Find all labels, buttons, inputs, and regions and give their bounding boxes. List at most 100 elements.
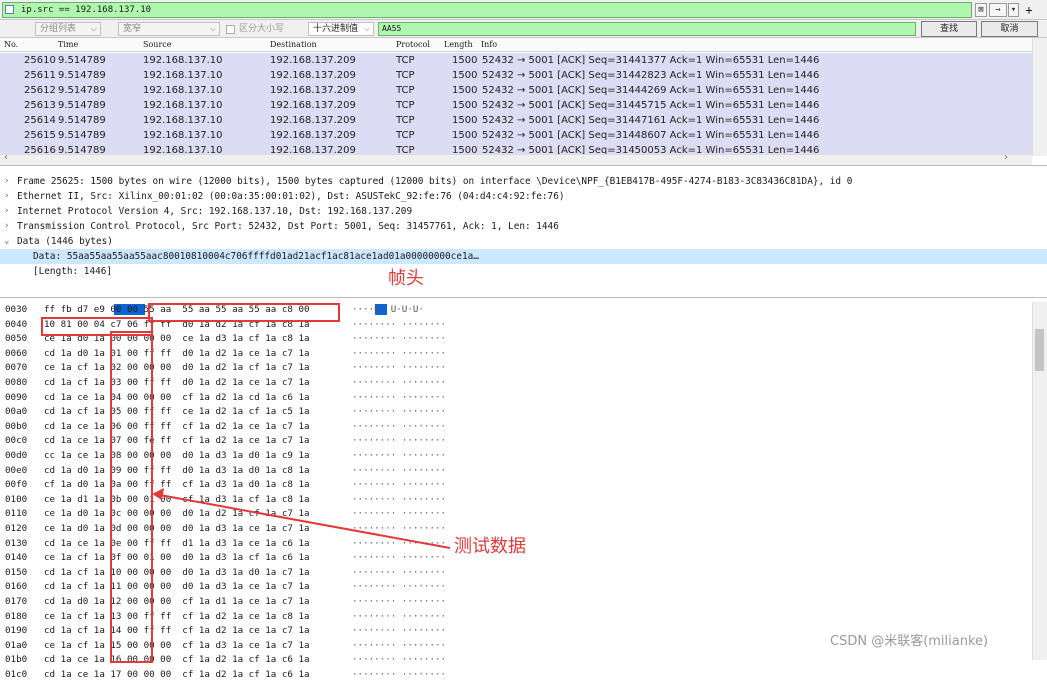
packet-list-horizontal-scrollbar[interactable]: ‹ ›	[0, 152, 1032, 165]
packet-cell-dst: 192.168.137.209	[270, 115, 356, 126]
packet-cell-len: 1500	[452, 55, 478, 66]
detail-tree-label: Frame 25625: 1500 bytes on wire (12000 b…	[17, 176, 853, 187]
detail-tree-label: Transmission Control Protocol, Src Port:…	[17, 221, 559, 232]
detail-tree-row[interactable]: › Internet Protocol Version 4, Src: 192.1…	[0, 204, 1047, 219]
charset-select[interactable]: 宽窄 ⌵	[118, 22, 220, 36]
ascii-bytes: ········ ········	[352, 669, 447, 680]
column-header-source[interactable]: Source	[143, 38, 172, 52]
scroll-right-icon[interactable]: ›	[1003, 152, 1009, 163]
packet-cell-proto: TCP	[396, 115, 415, 126]
detail-tree-row[interactable]: › Ethernet II, Src: Xilinx_00:01:02 (00:0…	[0, 189, 1047, 204]
column-header-time[interactable]: Time	[58, 38, 78, 52]
packet-cell-time: 9.514789	[58, 55, 106, 66]
clear-filter-button[interactable]: ⊠	[975, 3, 987, 17]
packet-list-vertical-scrollbar[interactable]	[1032, 38, 1047, 156]
packet-cell-proto: TCP	[396, 130, 415, 141]
expand-icon[interactable]: ›	[4, 189, 9, 204]
packet-row[interactable]: 25615 9.514789 192.168.137.10 192.168.137.2…	[0, 128, 1032, 143]
packet-cell-no: 25612	[24, 85, 56, 96]
detail-tree-row[interactable]: › Transmission Control Protocol, Src Port…	[0, 219, 1047, 234]
packet-cell-dst: 192.168.137.209	[270, 100, 356, 111]
packet-cell-time: 9.514789	[58, 115, 106, 126]
cancel-button[interactable]: 取消	[981, 21, 1038, 37]
test-data-arrow-head	[152, 488, 164, 500]
packet-cell-src: 192.168.137.10	[143, 100, 223, 111]
packet-cell-len: 1500	[452, 85, 478, 96]
packet-cell-info: 52432 → 5001 [ACK] Seq=31447161 Ack=1 Wi…	[482, 115, 820, 126]
packet-row[interactable]: 25610 9.514789 192.168.137.10 192.168.137.2…	[0, 53, 1032, 68]
expand-icon[interactable]: ›	[4, 219, 9, 234]
detail-tree-label: Ethernet II, Src: Xilinx_00:01:02 (00:0a…	[17, 191, 565, 202]
packet-list-pane: No. Time Source Destination Protocol Len…	[0, 38, 1047, 166]
packet-cell-dst: 192.168.137.209	[270, 55, 356, 66]
charset-value: 宽窄	[123, 24, 142, 34]
column-header-no[interactable]: No.	[4, 38, 18, 52]
expand-icon[interactable]: ›	[4, 174, 9, 189]
hex-dump-row[interactable]: 01c0 cd 1a ce 1a 17 00 00 00 cf 1a d2 1a …	[0, 668, 1032, 683]
filter-history-dropdown[interactable]: ▾	[1008, 3, 1019, 17]
packet-cell-proto: TCP	[396, 55, 415, 66]
find-packet-toolbar: 分组列表 ⌵ 宽窄 ⌵ 区分大小写 十六进制值 ⌵ AA55 查找 取消	[0, 20, 1047, 38]
bookmark-filter-icon[interactable]	[5, 5, 14, 14]
packet-cell-len: 1500	[452, 70, 478, 81]
packet-cell-info: 52432 → 5001 [ACK] Seq=31445715 Ack=1 Wi…	[482, 100, 820, 111]
column-header-length[interactable]: Length	[444, 38, 473, 52]
display-filter-input[interactable]: ip.src == 192.168.137.10	[2, 2, 972, 18]
packet-cell-time: 9.514789	[58, 100, 106, 111]
collapse-icon[interactable]: ⌄	[4, 234, 9, 249]
search-scope-value: 分组列表	[40, 24, 77, 34]
packet-row[interactable]: 25614 9.514789 192.168.137.10 192.168.137.2…	[0, 113, 1032, 128]
packet-cell-dst: 192.168.137.209	[270, 85, 356, 96]
packet-cell-info: 52432 → 5001 [ACK] Seq=31441377 Ack=1 Wi…	[482, 55, 820, 66]
detail-tree-row[interactable]: › Frame 25625: 1500 bytes on wire (12000 …	[0, 174, 1047, 189]
test-data-annotation: 测试数据	[454, 536, 526, 557]
hex-bytes: cd 1a ce 1a 17 00 00 00 cf 1a d2 1a cf 1…	[44, 669, 310, 680]
detail-tree-row[interactable]: [Length: 1446]	[0, 264, 1047, 279]
packet-cell-len: 1500	[452, 115, 478, 126]
scroll-left-icon[interactable]: ‹	[3, 152, 9, 163]
packet-cell-time: 9.514789	[58, 85, 106, 96]
packet-cell-src: 192.168.137.10	[143, 130, 223, 141]
detail-tree-label: Data: 55aa55aa55aa55aac80010810004c706ff…	[33, 251, 479, 262]
column-header-protocol[interactable]: Protocol	[396, 38, 430, 52]
packet-row[interactable]: 25613 9.514789 192.168.137.10 192.168.137.2…	[0, 98, 1032, 113]
search-type-select[interactable]: 十六进制值 ⌵	[308, 22, 374, 36]
search-type-value: 十六进制值	[313, 24, 359, 34]
watermark: CSDN @米联客(milianke)	[830, 634, 989, 649]
apply-filter-button[interactable]: →	[989, 3, 1007, 17]
packet-cell-src: 192.168.137.10	[143, 55, 223, 66]
packet-cell-info: 52432 → 5001 [ACK] Seq=31444269 Ack=1 Wi…	[482, 85, 820, 96]
expand-icon[interactable]: ›	[4, 204, 9, 219]
detail-tree-label: [Length: 1446]	[33, 266, 113, 277]
hex-offset: 01c0	[5, 669, 28, 680]
display-filter-toolbar: ip.src == 192.168.137.10 ⊠ → ▾ +	[0, 0, 1047, 20]
packet-cell-info: 52432 → 5001 [ACK] Seq=31442823 Ack=1 Wi…	[482, 70, 820, 81]
find-button[interactable]: 查找	[921, 21, 977, 37]
test-data-arrow-line	[159, 494, 451, 549]
packet-cell-src: 192.168.137.10	[143, 70, 223, 81]
packet-cell-dst: 192.168.137.209	[270, 130, 356, 141]
packet-bytes-pane: 0030 ff fb d7 e9 00 00 55 aa 55 aa 55 aa …	[0, 302, 1047, 680]
find-search-input[interactable]: AA55	[378, 22, 916, 36]
bytes-scrollbar-thumb[interactable]	[1035, 329, 1044, 371]
chevron-down-icon: ⌵	[90, 24, 97, 33]
search-scope-select[interactable]: 分组列表 ⌵	[35, 22, 101, 36]
detail-tree-row[interactable]: ⌄ Data (1446 bytes)	[0, 234, 1047, 249]
packet-cell-src: 192.168.137.10	[143, 115, 223, 126]
packet-cell-no: 25610	[24, 55, 56, 66]
case-sensitive-checkbox[interactable]	[226, 25, 235, 34]
add-filter-button[interactable]: +	[1022, 2, 1036, 18]
column-header-destination[interactable]: Destination	[270, 38, 317, 52]
packet-row[interactable]: 25612 9.514789 192.168.137.10 192.168.137.2…	[0, 83, 1032, 98]
detail-tree-label: Data (1446 bytes)	[17, 236, 113, 247]
packet-row[interactable]: 25611 9.514789 192.168.137.10 192.168.137.2…	[0, 68, 1032, 83]
packet-cell-time: 9.514789	[58, 70, 106, 81]
detail-tree-label: Internet Protocol Version 4, Src: 192.16…	[17, 206, 413, 217]
column-header-info[interactable]: Info	[481, 38, 497, 52]
case-sensitive-label: 区分大小写	[239, 24, 285, 34]
packet-cell-info: 52432 → 5001 [ACK] Seq=31448607 Ack=1 Wi…	[482, 130, 820, 141]
detail-tree-row[interactable]: Data: 55aa55aa55aa55aac80010810004c706ff…	[0, 249, 1047, 264]
packet-cell-proto: TCP	[396, 70, 415, 81]
frame-header-annotation: 帧头	[388, 268, 424, 289]
packet-cell-len: 1500	[452, 130, 478, 141]
